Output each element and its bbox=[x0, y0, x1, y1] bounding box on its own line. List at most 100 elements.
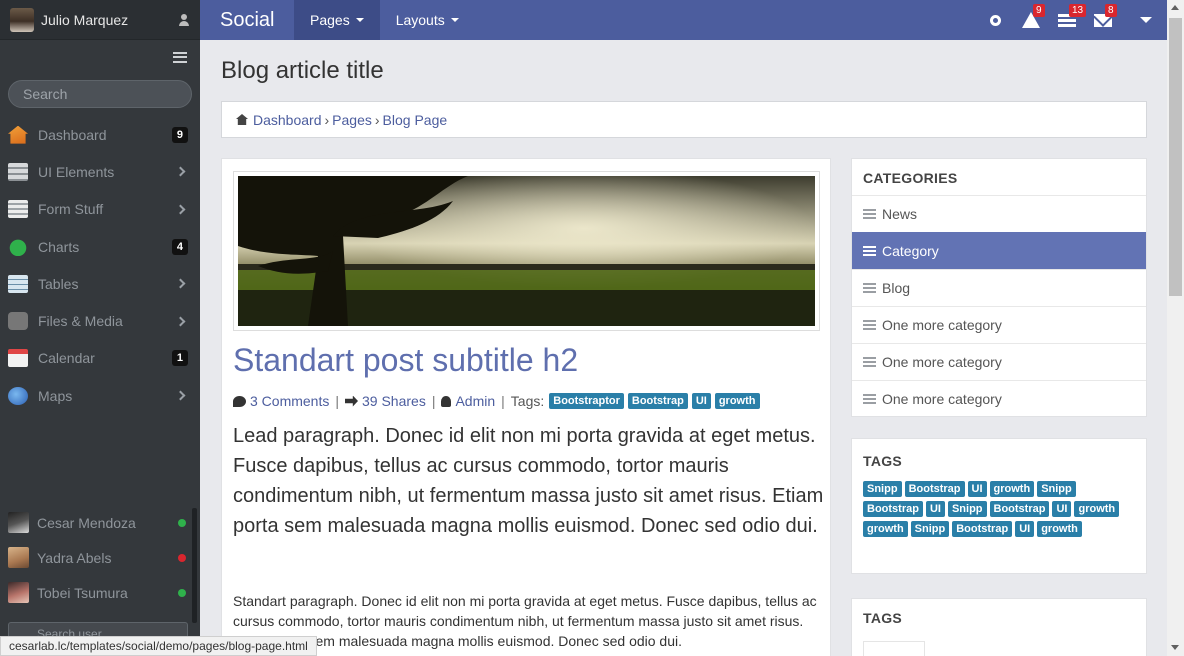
sidebar-item-label: Tables bbox=[38, 275, 79, 292]
contact-item[interactable]: Tobei Tsumura bbox=[0, 575, 200, 610]
chevron-right-icon bbox=[175, 204, 186, 215]
tag-badge[interactable]: UI bbox=[925, 501, 945, 517]
tag-badge[interactable]: Bootstrap bbox=[904, 481, 965, 497]
chevron-right-icon bbox=[175, 166, 186, 177]
list-icon bbox=[863, 246, 876, 256]
messages-button[interactable]: 8 bbox=[1085, 0, 1121, 40]
top-navbar: Social Pages Layouts 9 13 8 bbox=[200, 0, 1167, 40]
tag-badge[interactable]: Snipp bbox=[910, 521, 950, 537]
camera-icon bbox=[8, 312, 28, 331]
breadcrumb: Dashboard › Pages › Blog Page bbox=[221, 101, 1147, 138]
tag-badge[interactable]: growth bbox=[989, 481, 1035, 497]
tag-badge[interactable]: UI bbox=[1052, 501, 1072, 517]
article-hero-image bbox=[233, 171, 820, 331]
breadcrumb-separator: › bbox=[324, 111, 330, 128]
nav-tab-pages[interactable]: Pages bbox=[294, 0, 380, 40]
tag-badge[interactable]: Bootstrap bbox=[863, 501, 923, 517]
contact-item[interactable]: Cesar Mendoza bbox=[0, 505, 200, 540]
tag-badge[interactable]: UI bbox=[691, 393, 711, 409]
globe-icon bbox=[8, 386, 28, 405]
scroll-up-arrow-icon[interactable] bbox=[1171, 5, 1179, 10]
sidebar-badge: 1 bbox=[171, 350, 188, 367]
panel-title: CATEGORIES bbox=[863, 170, 958, 186]
tag-badge[interactable]: growth bbox=[714, 393, 760, 409]
chevron-right-icon bbox=[175, 316, 186, 327]
comments-link[interactable]: 3 Comments bbox=[250, 393, 329, 409]
scrollbar-thumb[interactable] bbox=[1169, 18, 1182, 296]
sidebar-user[interactable]: Julio Marquez bbox=[0, 0, 200, 40]
list-icon bbox=[863, 357, 876, 367]
nav-tab-label: Layouts bbox=[395, 12, 445, 28]
sidebar-item-label: Form Stuff bbox=[38, 201, 104, 218]
shares-link[interactable]: 39 Shares bbox=[362, 393, 426, 409]
sidebar-item-label: Maps bbox=[38, 387, 73, 404]
sidebar-toggle[interactable] bbox=[0, 40, 200, 74]
user-name: Julio Marquez bbox=[41, 11, 129, 28]
tag-badge[interactable]: UI bbox=[1015, 521, 1035, 537]
tag-badge[interactable]: Snipp bbox=[1037, 481, 1076, 497]
author-link[interactable]: Admin bbox=[455, 393, 495, 409]
caret-down-icon bbox=[1140, 17, 1152, 23]
breadcrumb-dashboard[interactable]: Dashboard bbox=[253, 112, 322, 128]
breadcrumb-pages[interactable]: Pages bbox=[332, 112, 372, 128]
tasks-button[interactable]: 13 bbox=[1049, 0, 1087, 40]
sidebar-item-ui-elements[interactable]: UI Elements bbox=[0, 153, 200, 190]
tag-badge[interactable]: Snipp bbox=[863, 481, 902, 497]
sidebar-item-dashboard[interactable]: Dashboard 9 bbox=[0, 116, 200, 153]
body-paragraph: Standart paragraph. Donec id elit non mi… bbox=[233, 593, 817, 649]
sidebar-item-calendar[interactable]: Calendar 1 bbox=[0, 340, 200, 377]
sidebar-item-label: Files & Media bbox=[38, 313, 123, 330]
post-subtitle[interactable]: Standart post subtitle h2 bbox=[233, 342, 578, 379]
sidebar-scrollbar[interactable] bbox=[192, 508, 197, 623]
tag-badge[interactable]: Snipp bbox=[947, 501, 987, 517]
alerts-badge: 9 bbox=[1033, 4, 1045, 17]
breadcrumb-blog-page[interactable]: Blog Page bbox=[383, 112, 448, 128]
categories-panel: CATEGORIES News Category Blog One more c… bbox=[851, 158, 1147, 417]
lead-paragraph: Lead paragraph. Donec id elit non mi por… bbox=[233, 425, 824, 537]
status-online-icon bbox=[178, 588, 186, 597]
category-item[interactable]: One more category bbox=[852, 380, 1146, 417]
sidebar: Julio Marquez Search Dashboard 9 UI Elem… bbox=[0, 0, 200, 656]
tag-badge[interactable]: growth bbox=[1074, 501, 1120, 517]
sidebar-item-charts[interactable]: Charts 4 bbox=[0, 228, 200, 265]
sidebar-item-label: Dashboard bbox=[38, 126, 107, 143]
brand-logo[interactable]: Social bbox=[200, 9, 294, 32]
user-icon bbox=[441, 395, 452, 407]
category-item[interactable]: One more category bbox=[852, 343, 1146, 380]
contact-name: Yadra Abels bbox=[37, 549, 112, 566]
breadcrumb-separator: › bbox=[374, 111, 380, 128]
tag-badge[interactable]: Bootstrap bbox=[627, 393, 688, 409]
tag-badge[interactable]: Bootstrap bbox=[989, 501, 1050, 517]
sidebar-search-input[interactable]: Search bbox=[8, 80, 192, 108]
alerts-button[interactable]: 9 bbox=[1013, 0, 1049, 40]
user-icon[interactable] bbox=[178, 13, 190, 26]
tag-badge[interactable]: Bootstrap bbox=[952, 521, 1013, 537]
sidebar-item-tables[interactable]: Tables bbox=[0, 265, 200, 302]
tasks-badge: 13 bbox=[1069, 4, 1087, 17]
category-item[interactable]: Blog bbox=[852, 269, 1146, 306]
chevron-right-icon bbox=[175, 390, 186, 401]
status-online-icon bbox=[178, 518, 186, 527]
tag-badge[interactable]: Bootstraptor bbox=[549, 393, 624, 409]
panel-title: TAGS bbox=[863, 453, 903, 469]
sidebar-item-form-stuff[interactable]: Form Stuff bbox=[0, 191, 200, 228]
nav-tab-layouts[interactable]: Layouts bbox=[380, 0, 475, 40]
tag-badge[interactable]: growth bbox=[863, 521, 908, 537]
category-item[interactable]: News bbox=[852, 195, 1146, 232]
contact-item[interactable]: Yadra Abels bbox=[0, 540, 200, 575]
settings-button[interactable] bbox=[977, 0, 1013, 40]
tags-panel: TAGS Snipp Bootstrap UI growth SnippBootstra… bbox=[851, 438, 1147, 574]
user-menu-dropdown[interactable] bbox=[1125, 0, 1167, 40]
meta-separator: | bbox=[335, 393, 339, 409]
scroll-down-arrow-icon[interactable] bbox=[1171, 645, 1179, 650]
tag-cloud: Snipp Bootstrap UI growth SnippBootstrap UI Sn… bbox=[852, 478, 1146, 550]
sidebar-item-label: UI Elements bbox=[38, 163, 115, 180]
tag-badge[interactable]: UI bbox=[967, 481, 987, 497]
sidebar-item-files-media[interactable]: Files & Media bbox=[0, 302, 200, 339]
category-item[interactable]: One more category bbox=[852, 306, 1146, 343]
hamburger-icon[interactable] bbox=[173, 51, 187, 63]
tag-badge[interactable]: growth bbox=[1037, 521, 1082, 537]
category-item-active[interactable]: Category bbox=[852, 232, 1146, 269]
caret-down-icon bbox=[355, 18, 364, 22]
sidebar-item-maps[interactable]: Maps bbox=[0, 377, 200, 414]
